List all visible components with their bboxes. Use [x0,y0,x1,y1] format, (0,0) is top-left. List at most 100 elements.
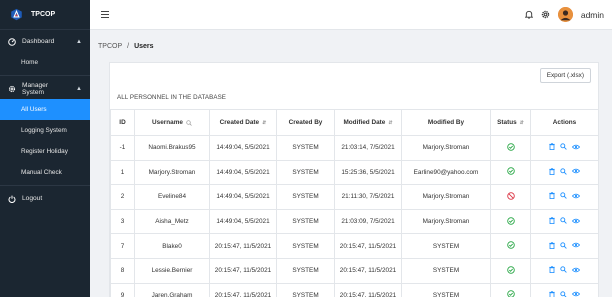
check-circle-icon [506,216,515,225]
export-button[interactable]: Export (.xlsx) [539,68,591,83]
column-header-username[interactable]: Username [134,109,210,136]
delete-icon[interactable] [549,290,555,297]
cell-id: 1 [110,159,135,186]
table-row: 8 Lessie.Bernier 20:15:47, 11/5/2021 SYSTEM… [110,257,599,284]
sidebar-group-dashboard[interactable]: Dashboard ▲ [0,31,90,52]
delete-icon[interactable] [549,217,555,225]
cell-actions [530,135,599,161]
delete-icon[interactable] [549,266,555,274]
delete-icon[interactable] [549,192,555,200]
cell-created-by: SYSTEM [276,257,335,284]
cell-modified-date: 21:03:14, 7/5/2021 [334,135,402,161]
cell-created-by: SYSTEM [276,159,335,186]
cell-created-date: 14:49:04, 5/5/2021 [209,159,277,186]
sort-icon[interactable]: ⇵ [520,120,524,126]
table-row: 3 Aisha_Metz 14:49:04, 5/5/2021 SYSTEM 21:03… [110,208,599,235]
cell-modified-date: 20:15:47, 11/5/2021 [334,282,402,297]
sort-icon[interactable]: ⇵ [262,120,266,126]
cell-id: 9 [110,282,135,297]
cell-modified-by: SYSTEM [401,282,491,297]
eye-icon[interactable] [572,218,580,224]
sidebar-divider [0,75,90,76]
search-icon[interactable] [560,242,567,249]
search-icon[interactable] [186,119,192,126]
sidebar-item-logging-system[interactable]: Logging System [0,120,90,141]
eye-icon[interactable] [572,193,580,199]
cell-created-by: SYSTEM [276,233,335,259]
check-circle-icon [506,167,515,176]
sidebar-item-label: Logout [22,195,43,202]
cell-actions [530,184,599,210]
column-header-created-by[interactable]: Created By [276,109,335,136]
search-icon[interactable] [560,291,567,297]
eye-icon[interactable] [572,291,580,297]
logout-icon [8,195,16,203]
cell-status [490,135,531,161]
sidebar-item-register-holiday[interactable]: Register Holiday [0,141,90,162]
cell-actions [530,159,599,186]
sidebar-item-logout[interactable]: Logout [0,188,90,209]
cell-created-date: 14:49:04, 5/5/2021 [209,135,277,161]
column-header-id[interactable]: ID [110,109,135,136]
sidebar-divider [0,185,90,186]
cell-username: Blake0 [134,233,210,259]
gear-icon[interactable] [541,10,550,19]
search-icon[interactable] [560,192,567,200]
top-bar: admin [90,0,612,30]
table-title: ALL PERSONNEL IN THE DATABASE [117,94,227,101]
sort-icon[interactable]: ⇵ [388,120,392,126]
cell-modified-by: Marjory.Stroman [401,135,491,161]
cell-created-date: 14:49:04, 5/5/2021 [209,208,277,235]
sidebar-item-home[interactable]: Home [0,52,90,73]
check-circle-icon [506,241,515,249]
breadcrumb-current: Users [134,43,154,50]
eye-icon[interactable] [572,267,580,273]
eye-icon[interactable] [572,144,580,150]
cell-modified-by: Earline90@yahoo.com [401,159,491,186]
breadcrumb: TPCOP / Users [98,43,154,50]
chevron-up-icon: ▲ [76,38,82,45]
sidebar-item-all-users[interactable]: All Users [0,99,90,120]
sidebar-item-manual-check[interactable]: Manual Check [0,162,90,183]
cell-id: 7 [110,233,135,259]
ban-icon [506,192,515,200]
cell-modified-by: SYSTEM [401,257,491,284]
delete-icon[interactable] [549,167,555,175]
column-header-created-date[interactable]: Created Date ⇵ [209,109,277,136]
table-row: 1 Marjory.Stroman 14:49:04, 5/5/2021 SYSTEM… [110,159,599,186]
cell-modified-date: 20:15:47, 11/5/2021 [334,257,402,284]
column-header-modified-by[interactable]: Modified By [401,109,491,136]
username-label[interactable]: admin [581,10,604,20]
table-row: 2 Eveline84 14:49:04, 5/5/2021 SYSTEM 21:11:… [110,184,599,210]
search-icon[interactable] [560,217,567,224]
cell-created-date: 14:49:04, 5/5/2021 [209,184,277,210]
check-circle-icon [506,290,515,297]
column-header-status[interactable]: Status ⇵ [490,109,531,136]
cell-username: Jaren.Graham [134,282,210,297]
sidebar-group-manager-system[interactable]: Manager System ▲ [0,78,90,99]
cell-id: -1 [110,135,135,161]
cell-modified-date: 21:03:09, 7/5/2021 [334,208,402,235]
search-icon[interactable] [560,168,567,175]
cell-username: Marjory.Stroman [134,159,210,186]
brand[interactable]: TPCOP [0,0,90,30]
avatar[interactable] [557,7,573,22]
bell-icon[interactable] [524,10,533,19]
cell-actions [530,257,599,284]
eye-icon[interactable] [572,242,580,248]
cell-status [490,282,531,297]
search-icon[interactable] [560,143,567,151]
search-icon[interactable] [560,266,567,273]
table-row: 7 Blake0 20:15:47, 11/5/2021 SYSTEM 20:15:47… [110,233,599,259]
column-header-modified-date[interactable]: Modified Date ⇵ [334,109,402,136]
delete-icon[interactable] [549,143,555,151]
cell-modified-date: 21:11:30, 7/5/2021 [334,184,402,210]
delete-icon[interactable] [549,241,555,249]
eye-icon[interactable] [572,168,580,174]
users-table: ID Username Created Date ⇵ Created By Mod… [110,109,599,297]
cell-modified-date: 20:15:47, 11/5/2021 [334,233,402,259]
cell-created-date: 20:15:47, 11/5/2021 [209,257,277,284]
menu-toggle-icon[interactable] [101,11,109,18]
column-header-actions: Actions [530,109,599,136]
breadcrumb-root[interactable]: TPCOP [98,43,122,50]
